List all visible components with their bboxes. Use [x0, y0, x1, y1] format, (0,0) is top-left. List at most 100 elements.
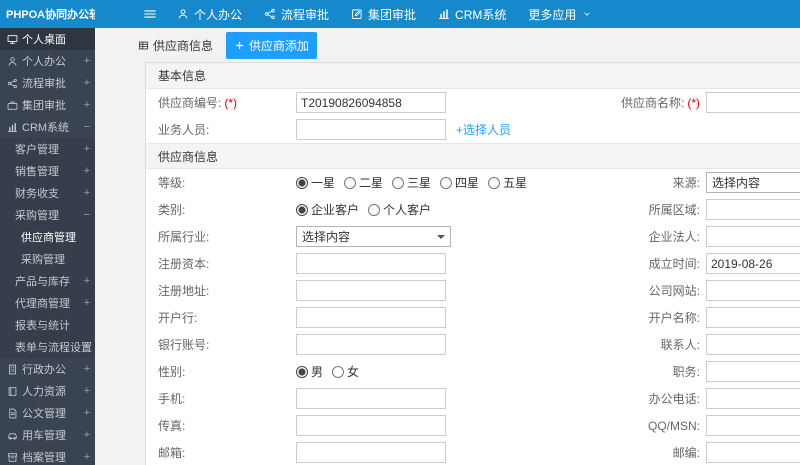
- sidebar-item[interactable]: 供应商管理: [0, 226, 95, 248]
- text-input[interactable]: [296, 442, 446, 463]
- field-label: 企业法人:: [606, 228, 706, 245]
- topnav-item[interactable]: 个人办公: [166, 0, 253, 28]
- radio-label: 企业客户: [311, 203, 360, 217]
- flow-icon: [7, 78, 18, 89]
- sidebar-item[interactable]: 采购管理 −: [0, 204, 95, 226]
- expand-toggle-icon[interactable]: −: [84, 209, 90, 221]
- tab[interactable]: 供应商信息: [130, 32, 221, 59]
- expand-toggle-icon[interactable]: +: [84, 275, 90, 287]
- sidebar-item[interactable]: 产品与库存 +: [0, 270, 95, 292]
- radio-option[interactable]: 一星: [296, 174, 335, 191]
- radio-input[interactable]: [392, 176, 405, 189]
- sidebar-item[interactable]: 用车管理 +: [0, 424, 95, 446]
- text-input[interactable]: [706, 199, 800, 220]
- sidebar-item[interactable]: 人力资源 +: [0, 380, 95, 402]
- sidebar-item[interactable]: 档案管理 +: [0, 446, 95, 465]
- expand-toggle-icon[interactable]: −: [84, 121, 90, 133]
- expand-toggle-icon[interactable]: +: [84, 77, 90, 89]
- sidebar-item[interactable]: 个人办公 +: [0, 50, 95, 72]
- field-area: 选择内容: [706, 172, 800, 193]
- text-input[interactable]: [706, 280, 800, 301]
- expand-toggle-icon[interactable]: +: [84, 407, 90, 419]
- sidebar-item-label: 行政办公: [22, 364, 66, 376]
- sidebar-item-label: 供应商管理: [21, 232, 76, 244]
- topnav-item[interactable]: 流程审批: [253, 0, 340, 28]
- expand-toggle-icon[interactable]: +: [84, 55, 90, 67]
- select-person-link[interactable]: +选择人员: [456, 121, 511, 138]
- sidebar-item[interactable]: 销售管理 +: [0, 160, 95, 182]
- text-input[interactable]: [706, 388, 800, 409]
- expand-toggle-icon[interactable]: +: [84, 187, 90, 199]
- select-box[interactable]: 选择内容: [706, 172, 800, 193]
- topnav-item[interactable]: 更多应用: [517, 0, 603, 28]
- field-label: QQ/MSN:: [606, 419, 706, 433]
- radio-option[interactable]: 企业客户: [296, 201, 359, 218]
- radio-input[interactable]: [296, 365, 308, 378]
- radio-input[interactable]: [440, 176, 453, 189]
- sidebar-item[interactable]: CRM系统 −: [0, 116, 95, 138]
- text-input[interactable]: [296, 253, 446, 274]
- expand-toggle-icon[interactable]: +: [84, 385, 90, 397]
- text-input[interactable]: [706, 334, 800, 355]
- sidebar-item[interactable]: 公文管理 +: [0, 402, 95, 424]
- radio-input[interactable]: [368, 203, 381, 216]
- topnav-label: 集团审批: [368, 7, 417, 22]
- radio-option[interactable]: 二星: [344, 174, 383, 191]
- expand-toggle-icon[interactable]: +: [84, 99, 90, 111]
- radio-option[interactable]: 三星: [392, 174, 431, 191]
- radio-option[interactable]: 男: [296, 363, 323, 380]
- radio-input[interactable]: [296, 203, 308, 216]
- select-box[interactable]: 选择内容: [296, 226, 451, 247]
- field-label-text: 企业法人:: [648, 230, 700, 244]
- radio-input[interactable]: [332, 365, 345, 378]
- sidebar-item[interactable]: 报表与统计: [0, 314, 95, 336]
- text-input[interactable]: [296, 280, 446, 301]
- sidebar-item[interactable]: 采购管理: [0, 248, 95, 270]
- sidebar-item[interactable]: 表单与流程设置 +: [0, 336, 95, 358]
- radio-label: 三星: [407, 176, 432, 190]
- text-input[interactable]: [296, 92, 446, 113]
- radio-option[interactable]: 四星: [440, 174, 479, 191]
- topnav-item[interactable]: 集团审批: [340, 0, 427, 28]
- sidebar-item[interactable]: 流程审批 +: [0, 72, 95, 94]
- menu-toggle-icon[interactable]: [143, 0, 157, 28]
- text-input[interactable]: [706, 226, 800, 247]
- sidebar-item[interactable]: 个人桌面: [0, 28, 95, 50]
- radio-input[interactable]: [296, 176, 308, 189]
- radio-option[interactable]: 个人客户: [368, 201, 431, 218]
- text-input[interactable]: [706, 307, 800, 328]
- radio-input[interactable]: [344, 176, 357, 189]
- field-label-text: 等级:: [158, 176, 186, 190]
- form-row: 所属行业: 选择内容 企业法人:: [146, 223, 800, 250]
- expand-toggle-icon[interactable]: +: [84, 451, 90, 463]
- text-input[interactable]: [706, 415, 800, 436]
- expand-toggle-icon[interactable]: +: [84, 143, 90, 155]
- text-input[interactable]: [296, 415, 446, 436]
- text-input[interactable]: [706, 442, 800, 463]
- expand-toggle-icon[interactable]: +: [84, 297, 90, 309]
- sidebar-item[interactable]: 客户管理 +: [0, 138, 95, 160]
- sidebar-item[interactable]: 代理商管理 +: [0, 292, 95, 314]
- text-input[interactable]: [296, 119, 446, 140]
- text-input[interactable]: [296, 307, 446, 328]
- expand-toggle-icon[interactable]: +: [84, 165, 90, 177]
- expand-toggle-icon[interactable]: +: [84, 341, 90, 353]
- radio-input[interactable]: [488, 176, 501, 189]
- text-input[interactable]: [296, 388, 446, 409]
- text-input[interactable]: [706, 92, 800, 113]
- sidebar-item[interactable]: 行政办公 +: [0, 358, 95, 380]
- topnav-item[interactable]: CRM系统: [427, 0, 517, 28]
- radio-option[interactable]: 女: [332, 363, 359, 380]
- sidebar: 个人桌面 个人办公 + 流程审批 + 集团审批 + CRM系统 − 客户管理 + 销售管理 + 财务收支 +…: [0, 28, 95, 465]
- expand-toggle-icon[interactable]: +: [84, 429, 90, 441]
- tab[interactable]: 供应商添加: [226, 31, 318, 59]
- expand-toggle-icon[interactable]: +: [84, 363, 90, 375]
- text-input[interactable]: [706, 253, 800, 274]
- text-input[interactable]: [296, 334, 446, 355]
- text-input[interactable]: [706, 361, 800, 382]
- field-label: 公司网站:: [606, 282, 706, 299]
- sidebar-item[interactable]: 集团审批 +: [0, 94, 95, 116]
- sidebar-item[interactable]: 财务收支 +: [0, 182, 95, 204]
- radio-option[interactable]: 五星: [488, 174, 527, 191]
- field-label-text: 供应商编号:: [158, 96, 222, 110]
